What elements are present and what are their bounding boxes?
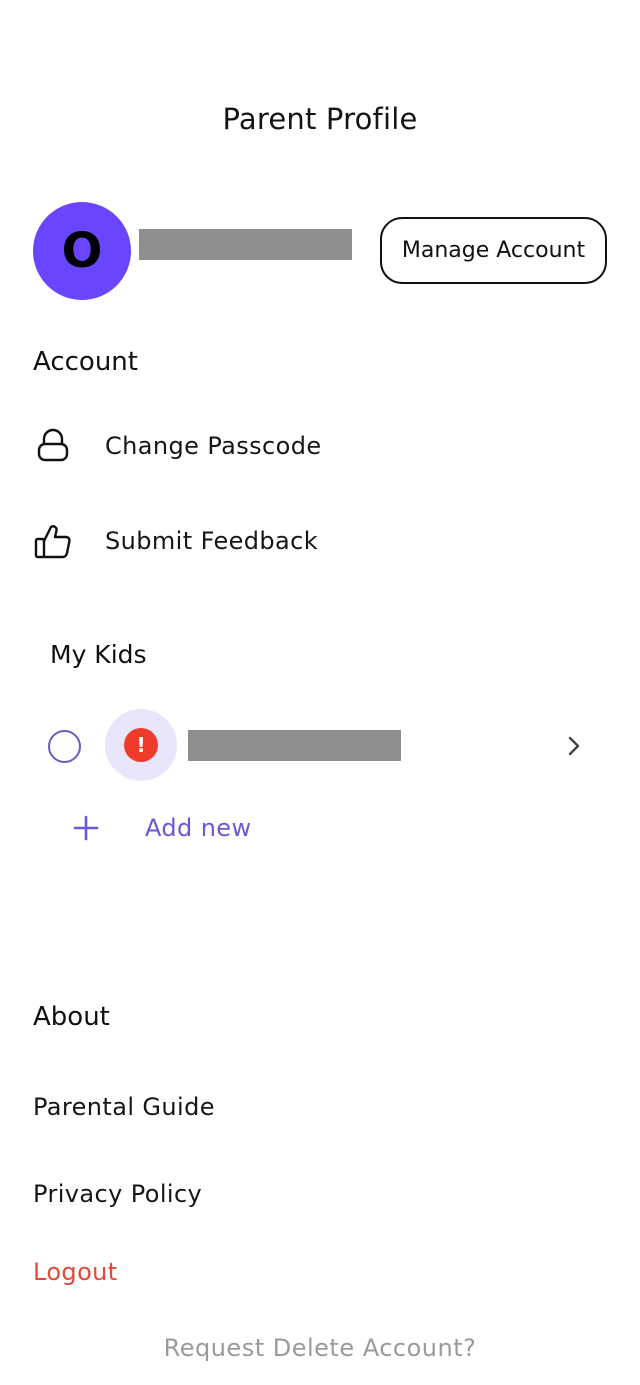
account-heading: Account xyxy=(33,347,138,377)
change-passcode-item[interactable]: Change Passcode xyxy=(33,426,322,466)
avatar: O xyxy=(33,202,131,300)
logout-button[interactable]: Logout xyxy=(33,1258,118,1286)
manage-account-button[interactable]: Manage Account xyxy=(380,217,607,284)
change-passcode-label: Change Passcode xyxy=(105,432,322,460)
alert-icon: ! xyxy=(124,728,158,762)
add-new-kid-button[interactable]: Add new xyxy=(72,814,252,842)
lock-icon xyxy=(33,426,73,466)
request-delete-account-link[interactable]: Request Delete Account? xyxy=(0,1334,640,1362)
thumbs-up-icon xyxy=(33,521,73,561)
page-title: Parent Profile xyxy=(222,102,418,136)
add-new-label: Add new xyxy=(145,814,252,842)
submit-feedback-item[interactable]: Submit Feedback xyxy=(33,521,318,561)
kid-list-item[interactable]: ! xyxy=(48,709,588,783)
about-heading: About xyxy=(33,1002,110,1032)
plus-icon xyxy=(72,814,100,842)
avatar-initial: O xyxy=(61,223,103,279)
my-kids-heading: My Kids xyxy=(50,640,147,669)
privacy-policy-link[interactable]: Privacy Policy xyxy=(33,1180,202,1208)
parent-profile-screen: Parent Profile O Manage Account Account … xyxy=(0,0,640,1385)
submit-feedback-label: Submit Feedback xyxy=(105,527,319,555)
chevron-right-icon xyxy=(560,732,588,760)
parental-guide-link[interactable]: Parental Guide xyxy=(33,1093,215,1121)
kid-avatar: ! xyxy=(105,709,177,781)
kid-name-redacted xyxy=(188,730,401,761)
parent-name-redacted xyxy=(139,229,352,260)
kid-select-radio[interactable] xyxy=(48,730,81,763)
